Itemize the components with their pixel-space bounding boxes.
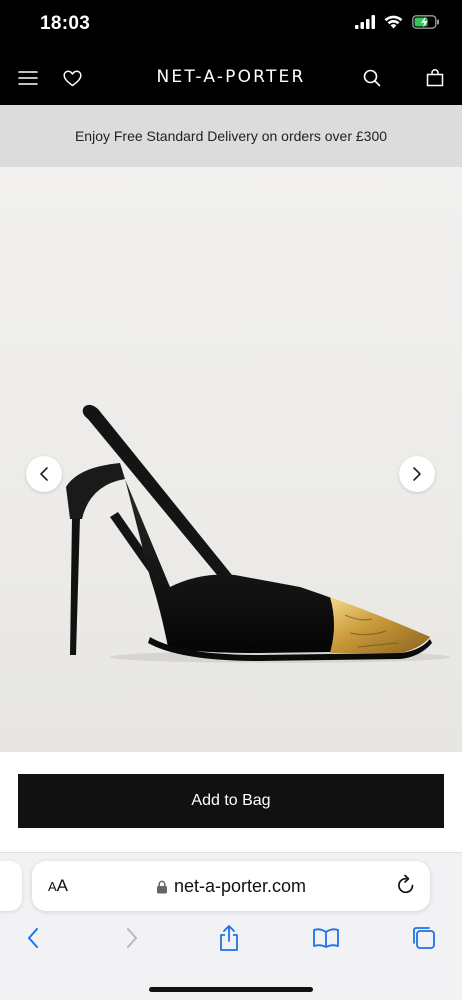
browser-nav-buttons [0, 923, 462, 963]
product-image-carousel[interactable] [0, 167, 462, 752]
chevron-right-icon [413, 467, 421, 481]
promo-text: Enjoy Free Standard Delivery on orders o… [74, 128, 388, 144]
forward-chevron-icon[interactable] [117, 923, 147, 953]
signal-icon [355, 15, 375, 29]
site-header: NET-A-PORTER [0, 50, 462, 105]
bookmarks-icon[interactable] [311, 923, 341, 953]
site-logo[interactable]: NET-A-PORTER [0, 67, 462, 87]
chevron-left-icon [40, 467, 48, 481]
browser-toolbar: AA net-a-porter.com [0, 852, 462, 1000]
product-image [66, 404, 450, 663]
url-display[interactable]: net-a-porter.com [32, 876, 430, 897]
share-icon[interactable] [214, 923, 244, 953]
back-chevron-icon[interactable] [18, 923, 48, 953]
tabs-icon[interactable] [409, 923, 439, 953]
search-icon[interactable] [360, 66, 384, 90]
add-to-bag-area: Add to Bag [0, 752, 462, 852]
promo-banner[interactable]: Enjoy Free Standard Delivery on orders o… [0, 105, 462, 167]
previous-tab-preview[interactable] [0, 861, 22, 911]
wifi-icon [384, 15, 403, 29]
shopping-bag-icon[interactable] [423, 66, 447, 90]
lock-icon [156, 880, 167, 893]
carousel-prev-button[interactable] [26, 456, 62, 492]
address-bar[interactable]: AA net-a-porter.com [32, 861, 430, 911]
status-icons [355, 15, 440, 29]
reload-icon[interactable] [396, 874, 416, 901]
add-to-bag-button[interactable]: Add to Bag [18, 774, 444, 828]
status-bar: 18:03 [0, 0, 462, 50]
home-indicator [149, 987, 313, 992]
carousel-next-button[interactable] [399, 456, 435, 492]
battery-charging-icon [412, 15, 439, 29]
url-text: net-a-porter.com [173, 876, 307, 896]
status-time: 18:03 [40, 13, 91, 34]
